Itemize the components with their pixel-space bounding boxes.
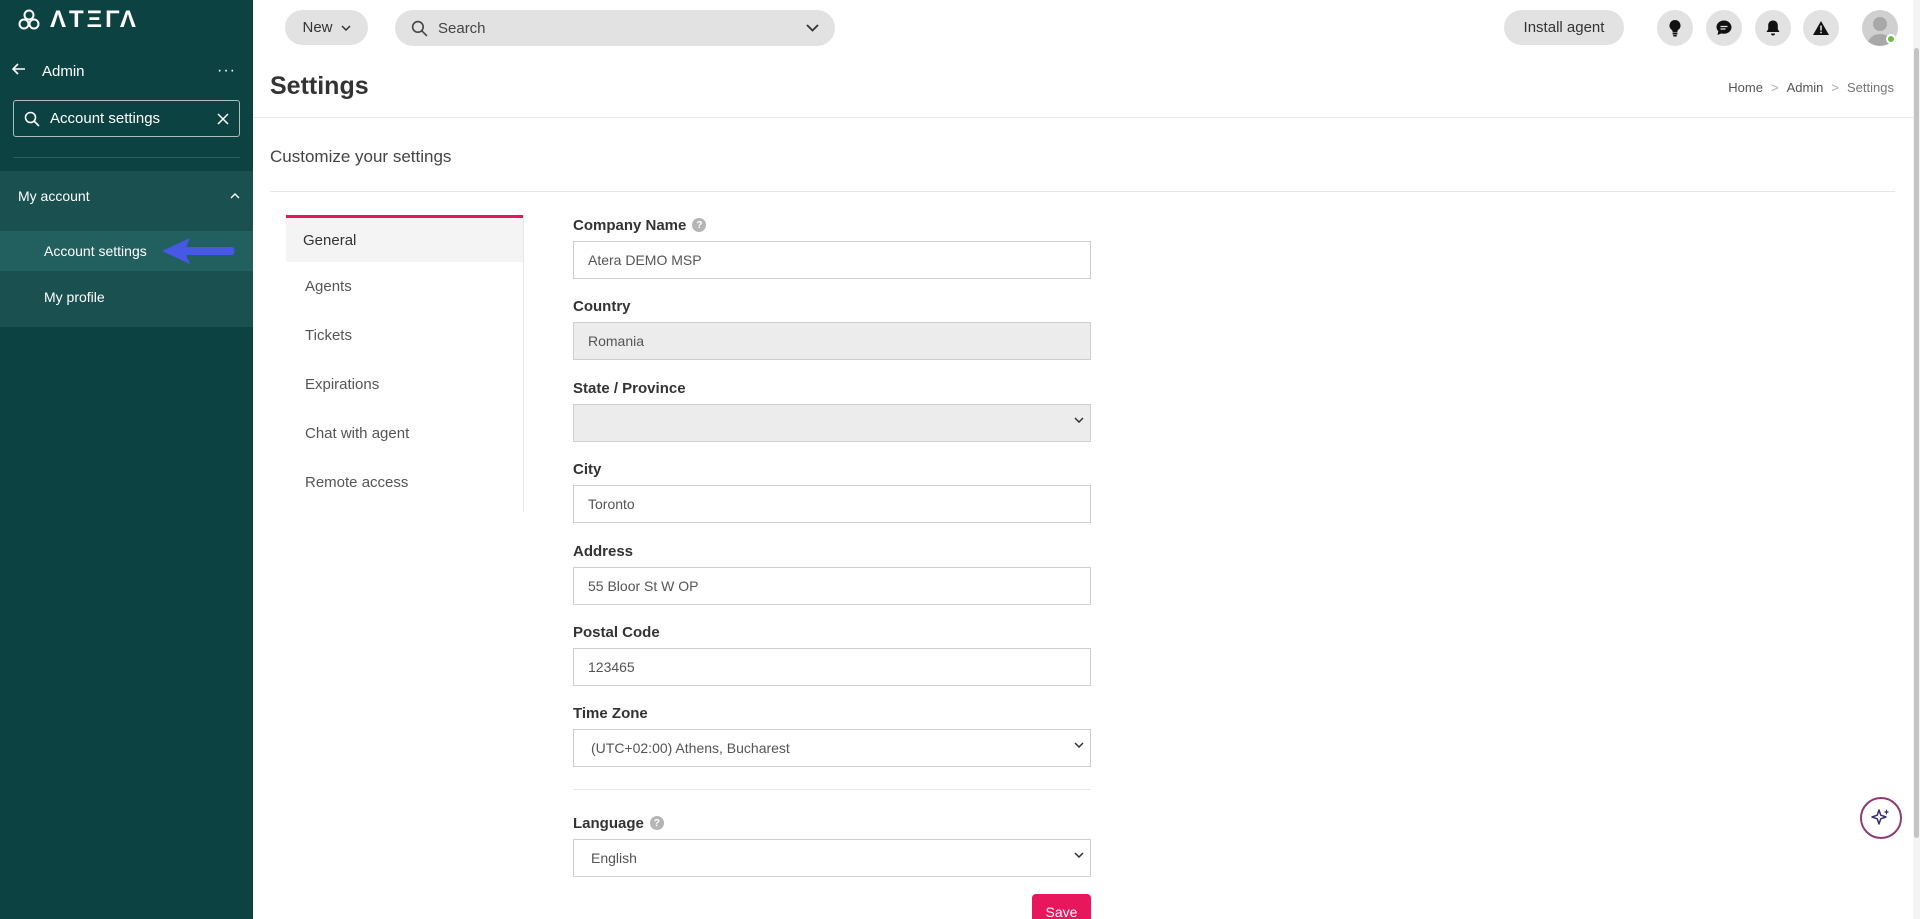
company-name-field: Company Name? Atera DEMO MSP — [573, 215, 1091, 279]
more-options-icon[interactable]: ··· — [217, 62, 236, 80]
search-icon — [24, 111, 40, 127]
chevron-down-icon — [1074, 852, 1084, 858]
city-field: City Toronto — [573, 459, 1091, 523]
search-icon — [411, 20, 428, 37]
company-name-label: Company Name — [573, 216, 687, 234]
state-field: State / Province — [573, 378, 1091, 442]
address-label: Address — [573, 542, 634, 560]
time-zone-field: Time Zone (UTC+02:00) Athens, Bucharest — [573, 703, 1091, 767]
tab-chat-with-agent[interactable]: Chat with agent — [286, 409, 523, 458]
language-value: English — [591, 850, 637, 866]
chevron-down-icon[interactable] — [806, 24, 819, 32]
help-icon[interactable]: ? — [649, 816, 664, 830]
state-select[interactable] — [573, 404, 1091, 442]
postal-code-input[interactable]: 123465 — [573, 648, 1091, 686]
sidebar-search-value: Account settings — [50, 110, 161, 127]
tab-expirations[interactable]: Expirations — [286, 360, 523, 409]
city-input[interactable]: Toronto — [573, 485, 1091, 523]
sidebar-item-label: My profile — [44, 289, 105, 305]
tab-general[interactable]: General — [286, 215, 523, 262]
breadcrumb-separator: > — [1770, 80, 1779, 95]
global-search-input[interactable]: Search — [395, 10, 835, 46]
clear-search-icon[interactable] — [217, 112, 229, 125]
country-input: Romania — [573, 322, 1091, 360]
atera-logo[interactable]: ΛTΞΓΛ — [18, 8, 139, 32]
language-field: Language? English — [573, 813, 1091, 877]
company-name-input[interactable]: Atera DEMO MSP — [573, 241, 1091, 279]
page-scrollbar[interactable] — [1914, 48, 1919, 838]
tab-tickets[interactable]: Tickets — [286, 311, 523, 360]
sidebar-search-input[interactable]: Account settings — [13, 100, 240, 137]
annotation-arrow-icon — [162, 238, 235, 264]
language-label: Language — [573, 814, 644, 832]
lightbulb-button[interactable] — [1657, 10, 1693, 46]
notifications-button[interactable] — [1755, 10, 1791, 46]
save-button[interactable]: Save — [1032, 894, 1091, 919]
chat-button[interactable] — [1706, 10, 1742, 46]
admin-header: Admin ··· — [11, 60, 240, 82]
install-agent-label: Install agent — [1523, 19, 1605, 36]
alert-icon — [1813, 21, 1829, 35]
country-label: Country — [573, 297, 631, 315]
header-divider — [253, 117, 1913, 118]
new-button[interactable]: New — [285, 10, 368, 45]
search-placeholder: Search — [438, 19, 486, 37]
atera-logo-mark-icon — [18, 9, 40, 30]
form-divider — [573, 789, 1091, 790]
tab-agents[interactable]: Agents — [286, 262, 523, 311]
postal-code-label: Postal Code — [573, 623, 660, 641]
bell-icon — [1766, 20, 1780, 36]
admin-title: Admin — [42, 62, 85, 80]
time-zone-value: (UTC+02:00) Athens, Bucharest — [591, 740, 790, 756]
back-arrow-icon[interactable] — [11, 62, 32, 80]
language-select[interactable]: English — [573, 839, 1091, 877]
sidebar-group-header[interactable]: My account — [18, 188, 240, 204]
state-label: State / Province — [573, 379, 686, 397]
new-button-label: New — [302, 19, 333, 36]
content-divider — [270, 191, 1895, 192]
breadcrumb-current: Settings — [1847, 80, 1894, 95]
country-field: Country Romania — [573, 296, 1091, 360]
sidebar: ΛTΞΓΛ Admin ··· Account settings My acco… — [0, 0, 253, 919]
sidebar-group-label: My account — [18, 188, 90, 204]
install-agent-button[interactable]: Install agent — [1504, 10, 1624, 45]
sidebar-item-my-profile[interactable]: My profile — [0, 277, 253, 317]
page-subtitle: Customize your settings — [270, 147, 452, 166]
logo-wordmark: ΛTΞΓΛ — [50, 6, 139, 33]
time-zone-select[interactable]: (UTC+02:00) Athens, Bucharest — [573, 729, 1091, 767]
breadcrumb-separator: > — [1831, 80, 1840, 95]
breadcrumb: Home > Admin > Settings — [1728, 80, 1894, 95]
breadcrumb-home[interactable]: Home — [1728, 80, 1763, 95]
sidebar-divider — [13, 157, 240, 158]
ai-assistant-button[interactable] — [1860, 797, 1902, 839]
lightbulb-icon — [1669, 20, 1681, 37]
chevron-down-icon — [1074, 742, 1084, 748]
city-label: City — [573, 460, 602, 478]
online-status-indicator — [1886, 34, 1896, 44]
settings-tabs: General Agents Tickets Expirations Chat … — [286, 215, 524, 512]
sparkle-icon — [1871, 809, 1890, 825]
page-title: Settings — [270, 72, 369, 100]
help-icon[interactable]: ? — [692, 218, 707, 232]
time-zone-label: Time Zone — [573, 704, 648, 722]
alerts-button[interactable] — [1803, 10, 1839, 46]
breadcrumb-admin[interactable]: Admin — [1787, 80, 1824, 95]
tab-remote-access[interactable]: Remote access — [286, 458, 523, 507]
chevron-up-icon — [230, 193, 240, 199]
sidebar-item-label: Account settings — [44, 243, 147, 259]
chevron-down-icon — [1074, 417, 1084, 423]
chat-icon — [1716, 20, 1732, 35]
postal-code-field: Postal Code 123465 — [573, 622, 1091, 686]
chevron-down-icon — [340, 24, 351, 31]
address-input[interactable]: 55 Bloor St W OP — [573, 567, 1091, 605]
address-field: Address 55 Bloor St W OP — [573, 541, 1091, 605]
